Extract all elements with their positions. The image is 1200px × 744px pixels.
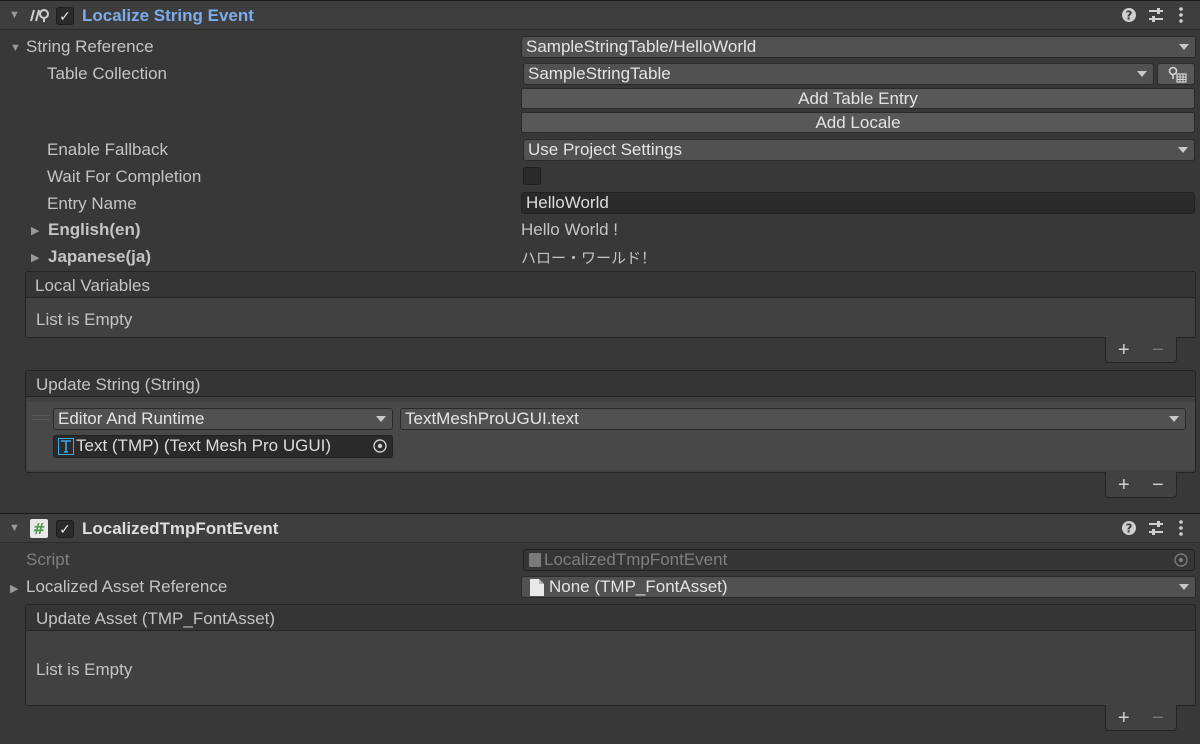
string-reference-value: SampleStringTable/HelloWorld — [526, 37, 757, 56]
update-string-header: Update String (String) — [36, 375, 201, 394]
table-picker-button[interactable] — [1157, 63, 1195, 85]
enable-fallback-dropdown[interactable]: Use Project Settings — [523, 139, 1195, 161]
table-collection-label: Table Collection — [47, 64, 168, 83]
object-picker-icon[interactable] — [372, 438, 388, 459]
component-header-localize-string-event: ▼ ✓ Localize String Event ? — [0, 0, 1200, 30]
entry-name-label: Entry Name — [47, 194, 137, 213]
help-icon[interactable]: ? — [1121, 7, 1137, 28]
add-table-entry-button[interactable]: Add Table Entry — [521, 88, 1195, 109]
remove-element-button[interactable]: − — [1152, 707, 1164, 729]
component-title: LocalizedTmpFontEvent — [82, 519, 279, 538]
wait-for-completion-checkbox[interactable] — [523, 167, 541, 185]
locale-japanese-label[interactable]: Japanese(ja) — [48, 247, 151, 267]
component-header-localized-tmp-font-event: ▼ # ✓ LocalizedTmpFontEvent ? — [0, 513, 1200, 543]
locale-english-value: Hello World ! — [521, 220, 618, 239]
foldout-arrow-icon[interactable]: ▼ — [9, 522, 20, 534]
script-icon: # — [30, 519, 48, 538]
object-picker-icon — [1173, 552, 1189, 573]
dropdown-caret-icon — [1179, 44, 1189, 50]
target-object-field[interactable]: Text (TMP) (Text Mesh Pro UGUI) — [53, 435, 393, 458]
drag-handle-icon[interactable] — [32, 419, 50, 420]
svg-text:?: ? — [1126, 9, 1133, 23]
add-element-button[interactable]: + — [1118, 339, 1130, 361]
localized-asset-reference-dropdown[interactable]: None (TMP_FontAsset) — [521, 576, 1196, 598]
dropdown-caret-icon — [1137, 71, 1147, 77]
dropdown-caret-icon — [1169, 416, 1179, 422]
foldout-arrow-icon[interactable]: ▶ — [31, 224, 39, 237]
foldout-arrow-icon[interactable]: ▶ — [10, 582, 18, 595]
kebab-menu-icon[interactable] — [1178, 520, 1184, 541]
local-variables-list: Local Variables List is Empty — [25, 271, 1196, 338]
tmp-text-icon — [58, 438, 74, 460]
script-icon — [529, 553, 541, 567]
component-enabled-checkbox[interactable]: ✓ — [56, 520, 74, 538]
foldout-arrow-icon[interactable]: ▼ — [10, 42, 21, 54]
script-value: LocalizedTmpFontEvent — [544, 550, 728, 569]
function-dropdown[interactable]: TextMeshProUGUI.text — [400, 408, 1186, 430]
string-reference-label: String Reference — [26, 37, 154, 56]
dropdown-caret-icon — [376, 416, 386, 422]
dropdown-caret-icon — [1178, 147, 1188, 153]
event-add-remove-tab: + − — [1105, 472, 1177, 498]
table-collection-dropdown[interactable]: SampleStringTable — [523, 63, 1154, 85]
svg-text:?: ? — [1126, 522, 1133, 536]
remove-element-button[interactable]: − — [1152, 339, 1164, 361]
enable-fallback-label: Enable Fallback — [47, 140, 168, 159]
component-enabled-checkbox[interactable]: ✓ — [56, 7, 74, 25]
localized-asset-reference-value: None (TMP_FontAsset) — [549, 577, 728, 596]
locale-japanese-value: ハロー・ワールド！ — [521, 249, 657, 267]
update-asset-event: Update Asset (TMP_FontAsset) List is Emp… — [25, 604, 1196, 706]
local-variables-header: Local Variables — [35, 276, 150, 295]
list-add-remove-tab: + − — [1105, 337, 1177, 363]
presets-icon[interactable] — [1148, 7, 1164, 28]
function-value: TextMeshProUGUI.text — [405, 409, 579, 428]
add-element-button[interactable]: + — [1118, 707, 1130, 729]
list-empty-text: List is Empty — [36, 310, 133, 329]
event-header: Update String (String) — [26, 371, 1195, 397]
list-empty-text: List is Empty — [36, 660, 133, 679]
list-header: Local Variables — [26, 272, 1195, 298]
presets-icon[interactable] — [1148, 520, 1164, 541]
help-icon[interactable]: ? — [1121, 520, 1137, 541]
table-collection-value: SampleStringTable — [528, 64, 671, 83]
runtime-mode-dropdown[interactable]: Editor And Runtime — [53, 408, 393, 430]
localize-icon — [28, 6, 50, 26]
locale-english-label[interactable]: English(en) — [48, 220, 141, 240]
event-add-remove-tab: + − — [1105, 705, 1177, 731]
localized-asset-reference-label: Localized Asset Reference — [26, 577, 228, 596]
wait-for-completion-label: Wait For Completion — [47, 167, 202, 186]
remove-element-button[interactable]: − — [1152, 474, 1164, 496]
table-picker-icon — [1167, 66, 1187, 87]
entry-name-field[interactable]: HelloWorld — [521, 192, 1195, 214]
script-label: Script — [26, 550, 70, 569]
runtime-mode-value: Editor And Runtime — [58, 409, 205, 428]
target-object-value: Text (TMP) (Text Mesh Pro UGUI) — [76, 436, 332, 455]
dropdown-caret-icon — [1179, 584, 1189, 590]
kebab-menu-icon[interactable] — [1178, 7, 1184, 28]
svg-text:#: # — [33, 520, 46, 538]
event-header: Update Asset (TMP_FontAsset) — [26, 605, 1195, 631]
script-field: LocalizedTmpFontEvent — [523, 549, 1195, 571]
add-element-button[interactable]: + — [1118, 474, 1130, 496]
update-asset-header: Update Asset (TMP_FontAsset) — [36, 609, 276, 628]
component-title: Localize String Event — [82, 6, 254, 25]
foldout-arrow-icon[interactable]: ▶ — [31, 251, 39, 264]
foldout-arrow-icon[interactable]: ▼ — [9, 9, 20, 21]
add-locale-button[interactable]: Add Locale — [521, 112, 1195, 133]
document-icon — [530, 579, 544, 597]
string-reference-dropdown[interactable]: SampleStringTable/HelloWorld — [521, 36, 1196, 58]
enable-fallback-value: Use Project Settings — [528, 140, 683, 159]
drag-handle-icon[interactable] — [32, 415, 50, 416]
